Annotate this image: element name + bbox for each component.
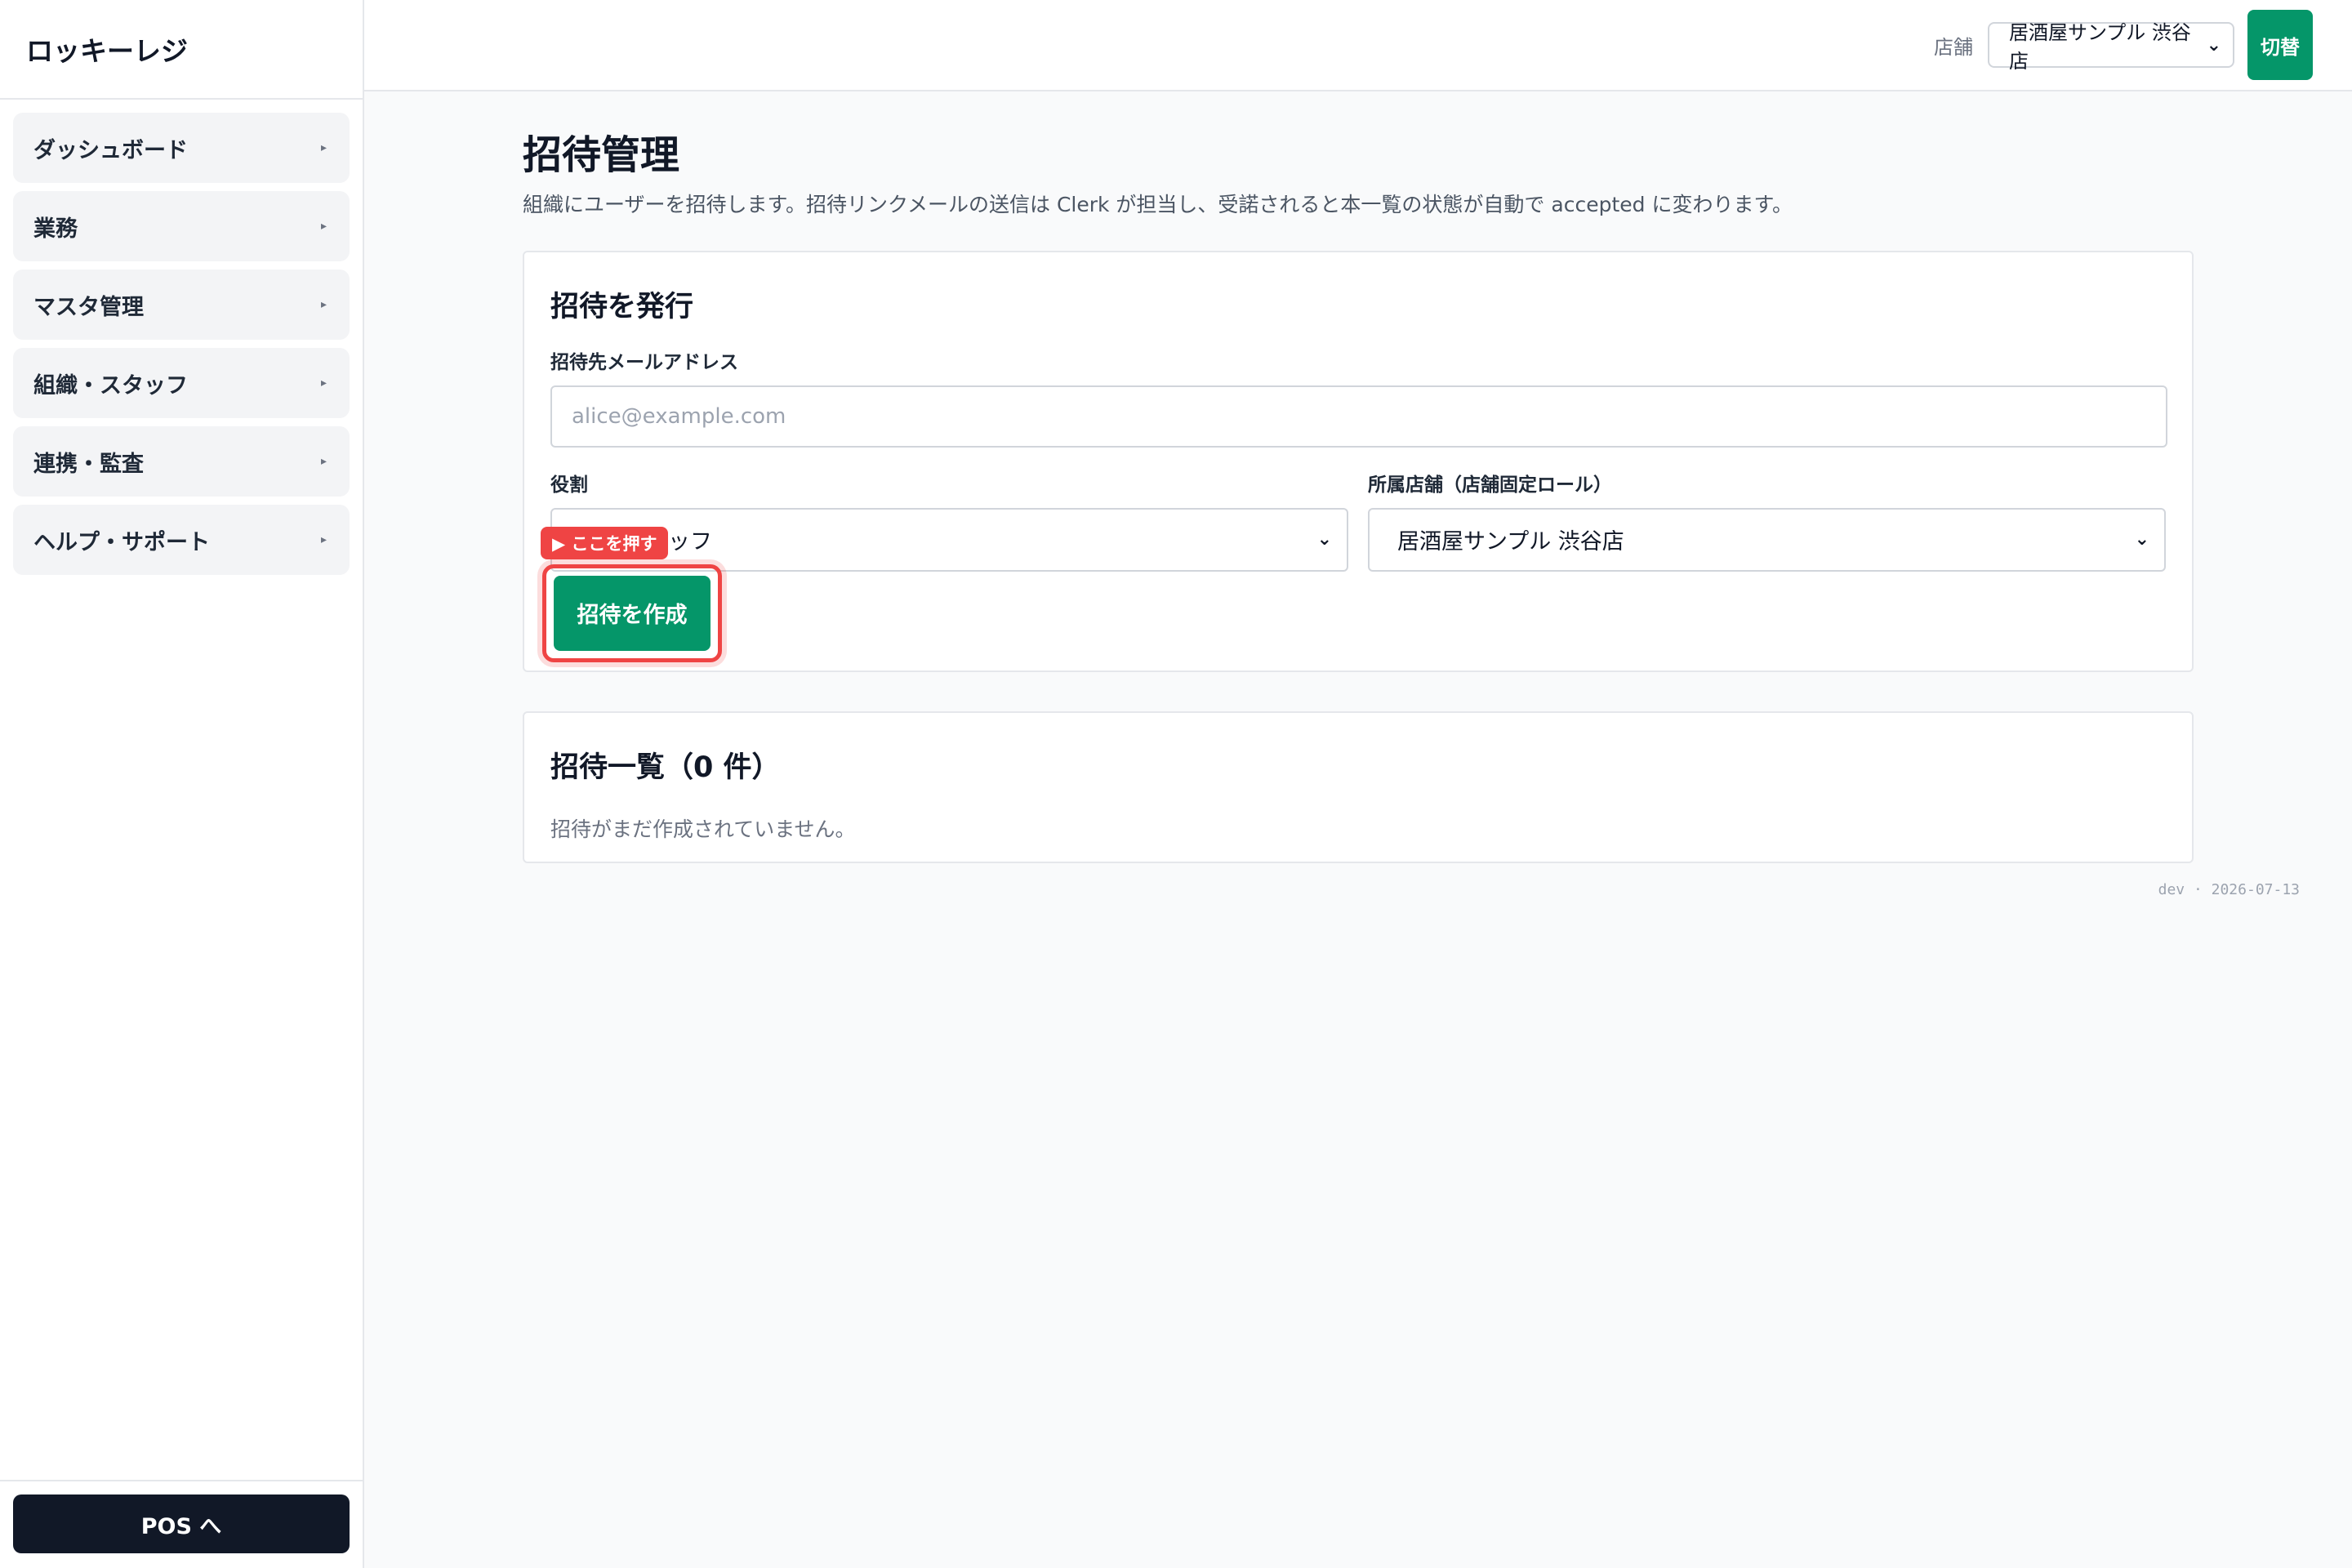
sidebar-item-dashboard[interactable]: ダッシュボード ▸: [13, 113, 350, 183]
chevron-down-icon: ⌄: [2206, 34, 2221, 56]
caret-right-icon: ▸: [320, 298, 327, 311]
caret-right-icon: ▸: [320, 220, 327, 233]
empty-state-text: 招待がまだ作成されていません。: [550, 817, 856, 841]
store-select[interactable]: 居酒屋サンプル 渋谷店 ⌄: [1988, 21, 2234, 73]
store-label: 店舗: [1934, 35, 1973, 59]
sidebar-item-label: 連携・監査: [33, 451, 144, 477]
sidebar-item-help-support[interactable]: ヘルプ・サポート ▸: [13, 505, 350, 575]
sidebar-item-master[interactable]: マスタ管理 ▸: [13, 270, 350, 340]
role-store-row: 役割 店舗スタッフ ⌄ 所属店舗（店舗固定ロール） 居酒屋サンプル 渋谷店 ⌄: [550, 469, 2166, 572]
invite-form-card: 招待を発行 招待先メールアドレス 役割 店舗スタッフ ⌄ 所属店舗（店舗固定ロー…: [523, 250, 2194, 672]
sidebar-item-label: 業務: [33, 216, 78, 242]
caret-right-icon: ▸: [320, 141, 327, 154]
sidebar-item-label: マスタ管理: [33, 294, 144, 320]
email-input[interactable]: [550, 385, 2167, 448]
invite-form-title: 招待を発行: [550, 290, 694, 323]
role-select[interactable]: 店舗スタッフ ⌄: [550, 507, 1348, 572]
store-field: 所属店舗（店舗固定ロール） 居酒屋サンプル 渋谷店 ⌄: [1368, 469, 2166, 572]
sidebar-item-label: ダッシュボード: [33, 137, 188, 163]
create-button-highlight: 招待を作成: [542, 564, 722, 662]
build-info: dev · 2026-07-13: [2158, 881, 2300, 898]
pos-button[interactable]: POS へ: [13, 1494, 350, 1553]
role-label: 役割: [550, 474, 588, 496]
create-invite-button[interactable]: 招待を作成: [554, 575, 710, 651]
page-content: 招待管理 組織にユーザーを招待します。招待リンクメールの送信は Clerk が担…: [523, 91, 2194, 863]
role-field: 役割 店舗スタッフ ⌄: [550, 469, 1348, 572]
topbar: 店舗 居酒屋サンプル 渋谷店 ⌄ 切替: [364, 0, 2352, 91]
assigned-store-label: 所属店舗（店舗固定ロール）: [1368, 474, 1612, 496]
assigned-store-select[interactable]: 居酒屋サンプル 渋谷店 ⌄: [1368, 507, 2166, 572]
page-title: 招待管理: [523, 132, 680, 178]
sidebar-item-label: 組織・スタッフ: [33, 372, 188, 399]
caret-right-icon: ▸: [320, 533, 327, 546]
main-area: 店舗 居酒屋サンプル 渋谷店 ⌄ 切替 招待管理 組織にユーザーを招待します。招…: [364, 0, 2352, 1568]
sidebar-item-integration-audit[interactable]: 連携・監査 ▸: [13, 426, 350, 497]
sidebar-nav: ダッシュボード ▸ 業務 ▸ マスタ管理 ▸ 組織・スタッフ ▸ 連携・監査 ▸…: [0, 100, 363, 575]
invite-list-title: 招待一覧（0 件）: [550, 751, 781, 784]
switch-store-button[interactable]: 切替: [2247, 10, 2313, 80]
invite-list-card: 招待一覧（0 件） 招待がまだ作成されていません。: [523, 710, 2194, 863]
brand-logo[interactable]: ロッキーレジ: [0, 0, 363, 100]
sidebar-item-org-staff[interactable]: 組織・スタッフ ▸: [13, 348, 350, 418]
caret-right-icon: ▸: [320, 455, 327, 468]
sidebar-item-operations[interactable]: 業務 ▸: [13, 191, 350, 261]
sidebar-item-label: ヘルプ・サポート: [33, 529, 210, 555]
caret-right-icon: ▸: [320, 376, 327, 390]
sidebar-footer: POS へ: [0, 1480, 363, 1568]
app-root: ロッキーレジ ダッシュボード ▸ 業務 ▸ マスタ管理 ▸ 組織・スタッフ ▸ …: [0, 0, 2352, 1568]
store-select-value: 居酒屋サンプル 渋谷店: [2009, 21, 2191, 73]
sidebar: ロッキーレジ ダッシュボード ▸ 業務 ▸ マスタ管理 ▸ 組織・スタッフ ▸ …: [0, 0, 364, 1568]
click-here-hint-badge: ▶ ここを押す: [541, 526, 669, 559]
chevron-down-icon: ⌄: [2134, 529, 2149, 550]
chevron-down-icon: ⌄: [1316, 529, 1332, 550]
page-description: 組織にユーザーを招待します。招待リンクメールの送信は Clerk が担当し、受諾…: [523, 192, 1793, 216]
assigned-store-value: 居酒屋サンプル 渋谷店: [1397, 529, 1624, 555]
email-label: 招待先メールアドレス: [550, 351, 738, 373]
